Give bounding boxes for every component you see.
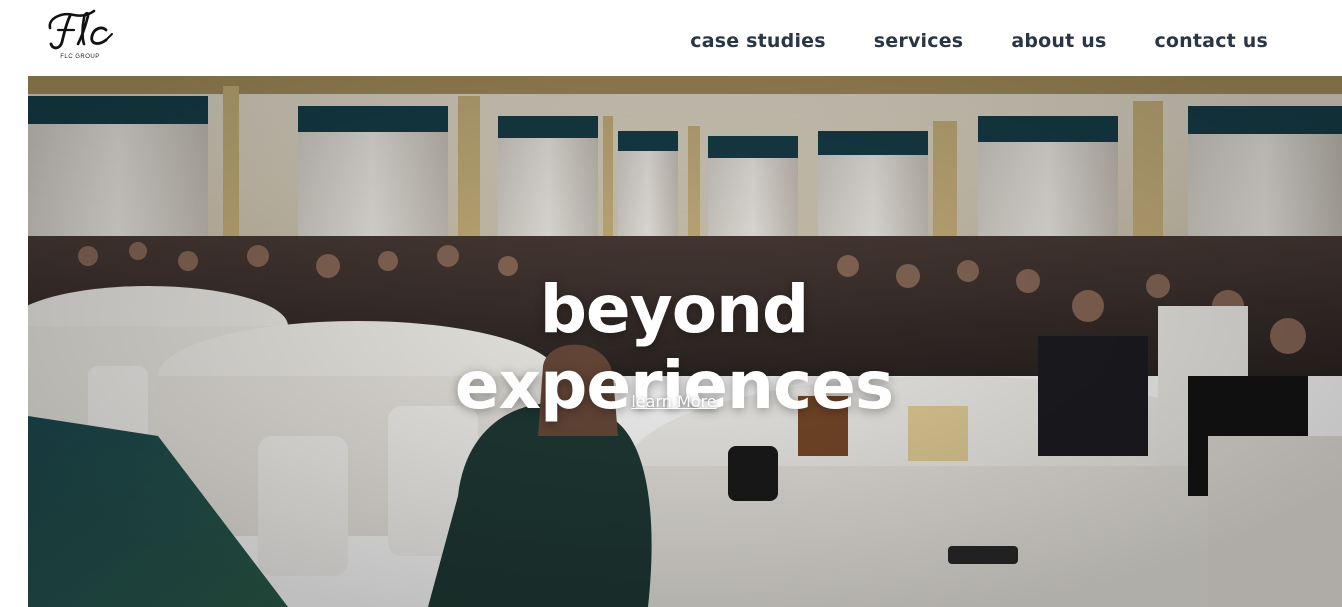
- brand-logo[interactable]: FLC GROUP: [44, 6, 116, 66]
- flc-logo-icon: [48, 9, 113, 50]
- nav-case-studies[interactable]: case studies: [690, 28, 826, 54]
- learn-more-link[interactable]: learn More: [624, 392, 724, 411]
- hero-title-line2: experiences: [454, 347, 894, 425]
- hero-section: beyond experiences learn More: [28, 76, 1342, 607]
- nav-services[interactable]: services: [874, 28, 964, 54]
- nav-about-us[interactable]: about us: [1011, 28, 1106, 54]
- main-nav: case studies services about us contact u…: [690, 28, 1268, 54]
- brand-caption: FLC GROUP: [60, 54, 100, 60]
- site-header: FLC GROUP case studies services about us…: [0, 0, 1342, 76]
- nav-contact-us[interactable]: contact us: [1154, 28, 1268, 54]
- hero-title-line1: beyond: [539, 271, 810, 349]
